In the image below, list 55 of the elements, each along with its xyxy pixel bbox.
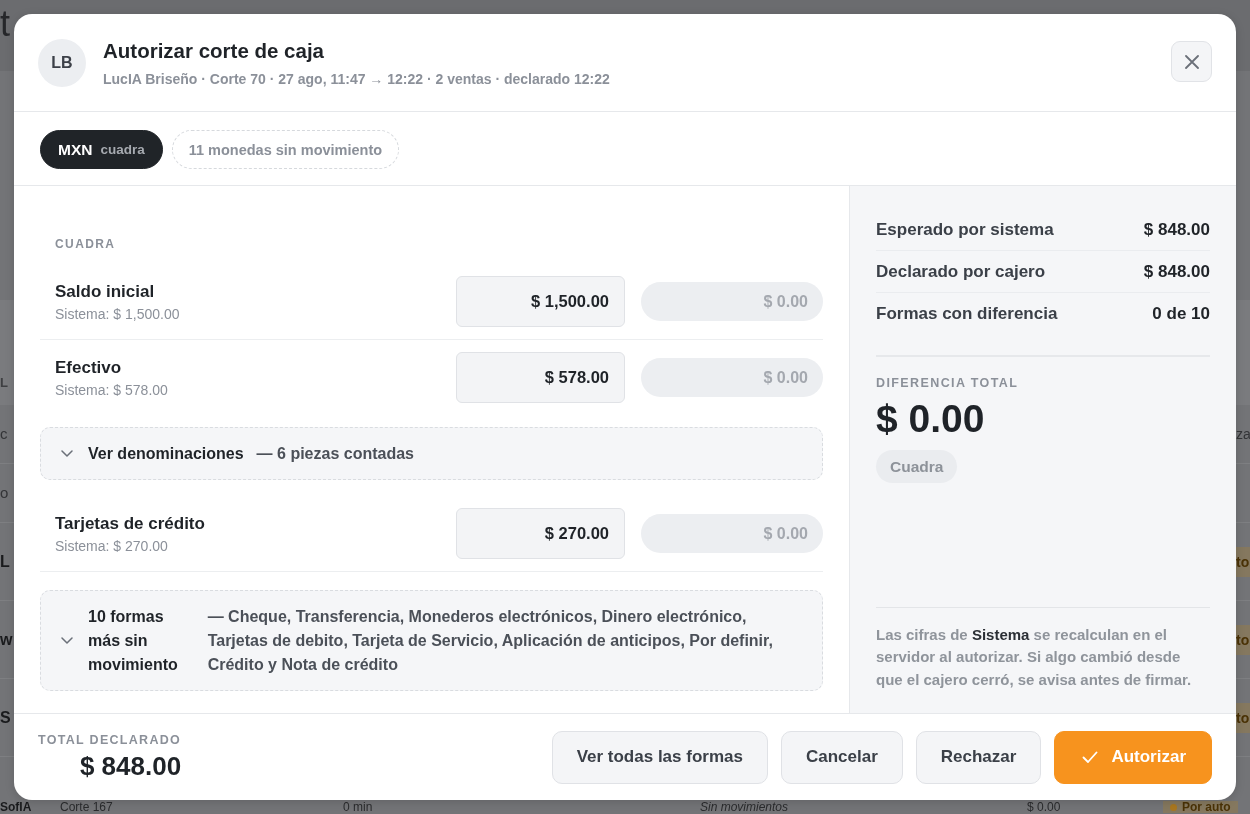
- summary-label: Declarado por cajero: [876, 261, 1046, 282]
- currency-tab[interactable]: MXN cuadra: [40, 130, 163, 169]
- table-cell-text: $ 0.00: [1027, 801, 1062, 813]
- denominations-toggle[interactable]: Ver denominaciones — 6 piezas contadas: [40, 427, 823, 480]
- summary-value: 0 de 10: [1152, 303, 1210, 324]
- more-forms-toggle[interactable]: 10 formas más sin movimiento — Cheque, Transferencia, Monederos electrónicos, Dinero electrónico, Tarjetas de debito, Tarjeta de Servicio, Aplicación de anticipos, Por definir, Crédito y Nota de crédito: [40, 590, 823, 691]
- difference-pill: $ 0.00: [641, 514, 823, 553]
- close-icon: [1184, 54, 1199, 69]
- summary-value: $ 848.00: [1143, 219, 1210, 240]
- status-badge: to: [1236, 702, 1250, 733]
- system-amount: Sistema: $ 270.00: [55, 536, 169, 555]
- action-button[interactable]: Cancelar: [780, 730, 903, 784]
- dialog-subtitle: LucIA Briseño · Corte 70 · 27 ago, 11:47 → 12:22 · 2 ventas · declarado 12:22: [103, 71, 610, 88]
- table-cell: o: [0, 483, 9, 503]
- difference-pill: $ 0.00: [641, 282, 823, 321]
- status-badge: to: [1236, 546, 1250, 577]
- status-badge: Por auto: [1163, 801, 1238, 813]
- status-badge: Cuadra: [876, 450, 958, 483]
- payment-name: Efectivo: [55, 356, 123, 379]
- page-title: t: [0, 6, 10, 42]
- section-heading: CUADRA: [54, 237, 117, 252]
- total-amount: $ 848.00: [79, 751, 182, 781]
- action-button[interactable]: Ver todas las formas: [551, 730, 768, 784]
- table-cell: L: [0, 551, 10, 572]
- total-label: TOTAL DECLARADO: [38, 733, 182, 748]
- status-badge: to: [1236, 624, 1250, 655]
- close-button[interactable]: [1171, 41, 1212, 82]
- system-amount: Sistema: $ 578.00: [55, 380, 169, 399]
- declared-amount-field[interactable]: $ 270.00: [456, 508, 625, 559]
- avatar: LB: [38, 39, 86, 87]
- difference-amount: $ 0.00: [876, 397, 985, 441]
- table-cell: w: [0, 629, 13, 650]
- declared-amount-field[interactable]: $ 1,500.00: [456, 276, 625, 327]
- payment-name: Tarjetas de crédito: [55, 512, 206, 535]
- payment-name: Saldo inicial: [55, 280, 156, 303]
- declared-amount-field[interactable]: $ 578.00: [456, 352, 625, 403]
- table-cell: c: [0, 424, 8, 444]
- difference-pill: $ 0.00: [641, 358, 823, 397]
- summary-label: Esperado por sistema: [876, 219, 1054, 240]
- system-amount: Sistema: $ 1,500.00: [55, 304, 181, 323]
- check-icon: [1082, 751, 1099, 763]
- summary-label: Formas con diferencia: [876, 303, 1058, 324]
- column-header: L: [0, 375, 8, 391]
- difference-label: DIFERENCIA TOTAL: [876, 376, 1019, 391]
- action-button[interactable]: Rechazar: [915, 730, 1042, 784]
- status-dot-icon: [1170, 803, 1177, 811]
- table-cell: S: [0, 707, 11, 728]
- table-cell-text: za: [1236, 425, 1250, 444]
- info-note: Las cifras de Sistema se recalculan en el servidor al autorizar. Si algo cambió desde que el cajero cerró, se avisa antes de firmar.: [876, 606, 1210, 691]
- table-cell-text: SofIA: [0, 801, 33, 813]
- summary-value: $ 848.00: [1143, 261, 1210, 282]
- table-cell-text: Sin movimientos: [700, 801, 790, 813]
- table-cell-text: 0 min: [343, 801, 374, 813]
- table-cell-text: Corte 167: [60, 801, 114, 813]
- dialog-title: Autorizar corte de caja: [103, 38, 324, 63]
